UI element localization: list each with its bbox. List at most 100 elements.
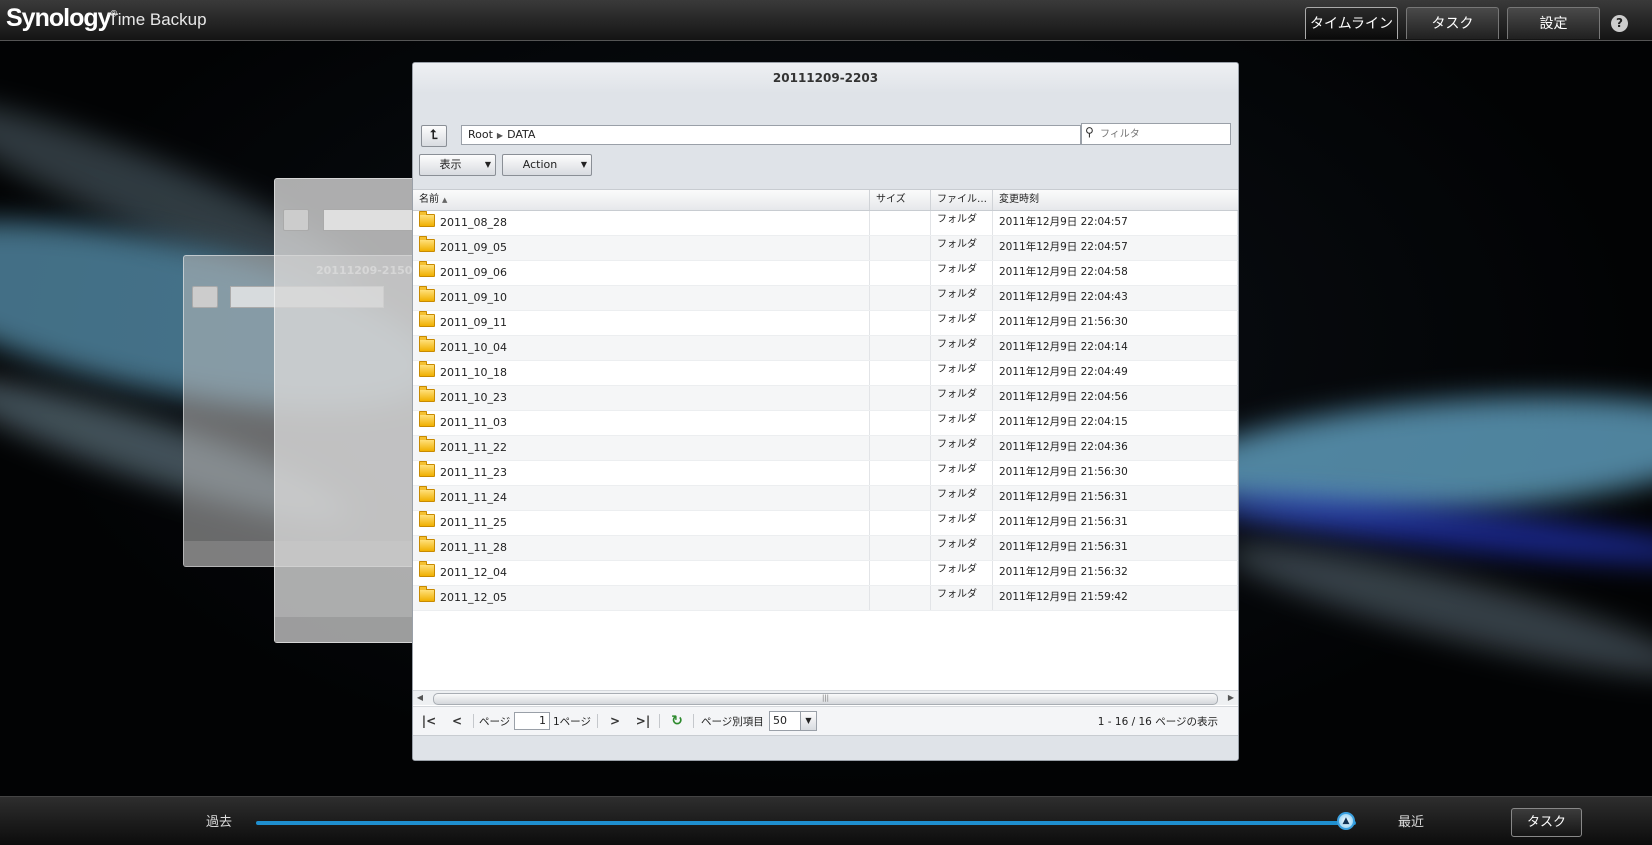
last-page-icon[interactable]: >| [635, 713, 651, 729]
horizontal-scrollbar[interactable]: ◀ ||| ▶ [413, 690, 1238, 705]
timeline-slider-track[interactable] [256, 821, 1356, 825]
column-header-type[interactable]: ファイル… [931, 190, 993, 210]
file-name: 2011_11_24 [440, 491, 507, 504]
cell-name: 2011_09_06 [413, 261, 870, 285]
next-page-icon[interactable]: > [607, 713, 623, 729]
sort-ascending-icon: ▲ [442, 196, 448, 204]
cell-type: フォルダ [931, 361, 993, 385]
prev-page-icon[interactable]: < [449, 713, 465, 729]
breadcrumb-folder[interactable]: DATA [507, 128, 535, 141]
folder-icon [419, 361, 435, 377]
table-row[interactable]: 2011_11_03 フォルダ 2011年12月9日 22:04:15 [413, 411, 1238, 436]
task-button[interactable]: タスク [1511, 808, 1582, 837]
cell-modified: 2011年12月9日 21:56:31 [993, 536, 1238, 560]
action-menu-button[interactable]: Action ▼ [502, 154, 592, 176]
table-row[interactable]: 2011_11_28 フォルダ 2011年12月9日 21:56:31 [413, 536, 1238, 561]
view-menu-label: 表示 [439, 158, 462, 171]
cell-name: 2011_10_23 [413, 386, 870, 410]
cell-name: 2011_12_04 [413, 561, 870, 585]
per-page-select[interactable]: 50 ▼ [769, 711, 817, 731]
snapshot-window-old[interactable] [274, 178, 417, 643]
cell-modified: 2011年12月9日 22:04:56 [993, 386, 1238, 410]
column-header-modified[interactable]: 変更時刻 [993, 190, 1238, 210]
timeline-past-label: 過去 [206, 815, 233, 830]
cell-name: 2011_11_25 [413, 511, 870, 535]
cell-modified: 2011年12月9日 21:56:32 [993, 561, 1238, 585]
refresh-icon[interactable]: ↻ [669, 713, 685, 729]
breadcrumb-arrow-icon: ▶ [496, 131, 504, 140]
page-status: 1 - 16 / 16 ページの表示 [1097, 716, 1218, 728]
cell-name: 2011_08_28 [413, 211, 870, 235]
cell-size [870, 261, 931, 285]
view-menu-button[interactable]: 表示 ▼ [419, 154, 496, 176]
up-button [192, 286, 218, 308]
filter-input[interactable] [1098, 124, 1220, 144]
file-name: 2011_11_28 [440, 541, 507, 554]
file-name: 2011_09_10 [440, 291, 507, 304]
table-row[interactable]: 2011_10_18 フォルダ 2011年12月9日 22:04:49 [413, 361, 1238, 386]
timeline-slider-handle[interactable]: ▲ [1337, 812, 1355, 830]
table-row[interactable]: 2011_11_24 フォルダ 2011年12月9日 21:56:31 [413, 486, 1238, 511]
page-number-input[interactable]: 1 [514, 712, 550, 730]
file-name: 2011_09_11 [440, 316, 507, 329]
cell-modified: 2011年12月9日 21:56:31 [993, 511, 1238, 535]
timeline-bar: 過去 ▲ 最近 タスク [0, 796, 1652, 845]
table-row[interactable]: 2011_11_23 フォルダ 2011年12月9日 21:56:30 [413, 461, 1238, 486]
table-row[interactable]: 2011_10_04 フォルダ 2011年12月9日 22:04:14 [413, 336, 1238, 361]
chevron-down-icon: ▼ [800, 712, 816, 730]
table-row[interactable]: 2011_09_05 フォルダ 2011年12月9日 22:04:57 [413, 236, 1238, 261]
cell-size [870, 311, 931, 335]
file-name: 2011_11_25 [440, 516, 507, 529]
table-row[interactable]: 2011_11_22 フォルダ 2011年12月9日 22:04:36 [413, 436, 1238, 461]
table-row[interactable]: 2011_10_23 フォルダ 2011年12月9日 22:04:56 [413, 386, 1238, 411]
table-row[interactable]: 2011_12_05 フォルダ 2011年12月9日 21:59:42 [413, 586, 1238, 611]
folder-icon [419, 261, 435, 277]
scroll-right-icon[interactable]: ▶ [1224, 691, 1238, 705]
first-page-icon[interactable]: |< [421, 713, 437, 729]
folder-icon [419, 536, 435, 552]
cell-size [870, 211, 931, 235]
cell-name: 2011_11_03 [413, 411, 870, 435]
cell-type: フォルダ [931, 286, 993, 310]
cell-name: 2011_11_24 [413, 486, 870, 510]
cell-modified: 2011年12月9日 22:04:15 [993, 411, 1238, 435]
table-row[interactable]: 2011_09_06 フォルダ 2011年12月9日 22:04:58 [413, 261, 1238, 286]
cell-size [870, 286, 931, 310]
folder-icon [419, 561, 435, 577]
cell-modified: 2011年12月9日 21:56:30 [993, 461, 1238, 485]
table-row[interactable]: 2011_08_28 フォルダ 2011年12月9日 22:04:57 [413, 211, 1238, 236]
table-row[interactable]: 2011_12_04 フォルダ 2011年12月9日 21:56:32 [413, 561, 1238, 586]
cell-size [870, 436, 931, 460]
cell-size [870, 386, 931, 410]
column-header-name[interactable]: 名前 ▲ [413, 190, 870, 210]
cell-type: フォルダ [931, 461, 993, 485]
cell-modified: 2011年12月9日 21:56:31 [993, 486, 1238, 510]
file-name: 2011_10_23 [440, 391, 507, 404]
up-folder-button[interactable]: ⮤ [421, 125, 447, 147]
scroll-thumb[interactable]: ||| [433, 693, 1218, 705]
column-header-size[interactable]: サイズ [870, 190, 931, 210]
table-row[interactable]: 2011_11_25 フォルダ 2011年12月9日 21:56:31 [413, 511, 1238, 536]
timeline-recent-label: 最近 [1398, 815, 1425, 830]
filter-box[interactable]: ⚲ [1081, 123, 1231, 145]
cell-type: フォルダ [931, 336, 993, 360]
cell-size [870, 536, 931, 560]
cell-size [870, 336, 931, 360]
table-row[interactable]: 2011_09_10 フォルダ 2011年12月9日 22:04:43 [413, 286, 1238, 311]
path-breadcrumb[interactable]: Root ▶ DATA [461, 125, 1081, 145]
folder-icon [419, 486, 435, 502]
tab-task[interactable]: タスク [1406, 7, 1499, 39]
table-row[interactable]: 2011_09_11 フォルダ 2011年12月9日 21:56:30 [413, 311, 1238, 336]
chevron-down-icon: ▼ [484, 160, 491, 169]
tab-settings[interactable]: 設定 [1507, 7, 1600, 39]
breadcrumb-root[interactable]: Root [468, 128, 493, 141]
file-browser-window: 20111209-2203 ⮤ Root▶DATA ⚲ 表示▼ Action▼ … [412, 62, 1239, 761]
tab-timeline[interactable]: タイムライン [1305, 7, 1398, 39]
help-icon[interactable]: ? [1611, 15, 1628, 32]
cell-type: フォルダ [931, 511, 993, 535]
toolbar: ⮤ Root▶DATA ⚲ 表示 ▼ Action ▼ [413, 93, 1238, 189]
scroll-left-icon[interactable]: ◀ [413, 691, 427, 705]
window-title: 20111209-2203 [413, 63, 1238, 93]
folder-icon [419, 236, 435, 252]
pagination-bar: |< < ページ 1 1ページ > >| ↻ ページ別項目 50 ▼ 1 - 16… [413, 706, 1238, 737]
